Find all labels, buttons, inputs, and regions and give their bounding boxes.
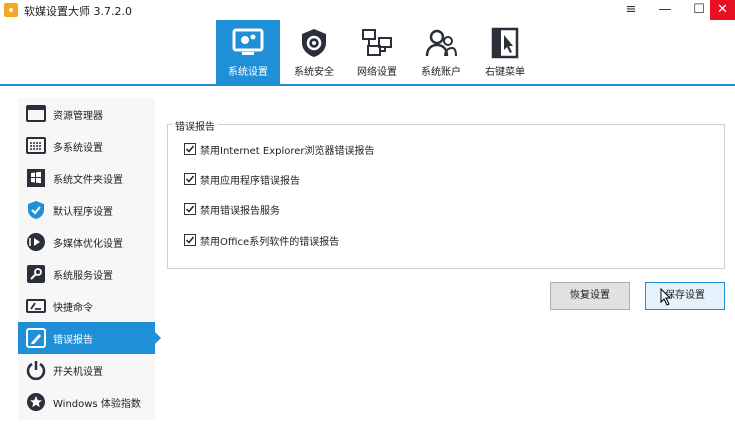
sidebar-item-label: Windows 体验指数 [53, 399, 141, 410]
sidebar-item-label: 默认程序设置 [53, 207, 113, 218]
monitor-gear-icon [232, 28, 264, 55]
check-icon [185, 236, 195, 244]
window-title: 软媒设置大师 3.7.2.0 [24, 5, 132, 18]
sidebar-item-label: 系统文件夹设置 [53, 175, 123, 186]
option-label: 禁用Internet Explorer浏览器错误报告 [200, 146, 375, 157]
sidebar-item-label: 资源管理器 [53, 111, 103, 122]
close-button[interactable]: ✕ [710, 0, 735, 20]
command-icon [26, 299, 46, 313]
check-icon [185, 145, 195, 153]
tab-label: 系统安全 [294, 67, 334, 78]
tab-label: 系统设置 [228, 67, 268, 78]
sidebar-item-label: 多系统设置 [53, 143, 103, 154]
tab-label: 右键菜单 [485, 67, 525, 78]
error-report-icon [26, 328, 46, 348]
tab-system-security[interactable]: 系统安全 [282, 20, 346, 84]
mouse-cursor-icon [660, 288, 672, 306]
restore-settings-button[interactable]: 恢复设置 [550, 282, 630, 310]
sidebar-item-multimedia[interactable]: 多媒体优化设置 [18, 226, 155, 258]
star-icon [27, 393, 45, 411]
menu-button[interactable]: ≡ [614, 0, 648, 20]
minimize-button[interactable]: — [648, 0, 682, 20]
sidebar-item-label: 快捷命令 [53, 303, 93, 314]
sidebar-item-label: 多媒体优化设置 [53, 239, 123, 250]
network-icon [362, 29, 392, 56]
group-title: 错误报告 [172, 118, 218, 133]
check-icon [185, 205, 195, 213]
default-program-icon [28, 201, 44, 219]
title-bar: 软媒设置大师 3.7.2.0 ≡ — ☐ ✕ [0, 0, 735, 20]
tab-system-accounts[interactable]: 系统账户 [409, 20, 473, 84]
sidebar: 资源管理器 多系统设置 系统文件夹设置 默认程序设置 多媒体优化设置 系统服务设… [18, 98, 161, 420]
cursor-menu-icon [491, 27, 519, 59]
explorer-icon [26, 105, 46, 122]
tab-label: 系统账户 [421, 67, 461, 78]
sidebar-item-multi-system[interactable]: 多系统设置 [18, 130, 155, 162]
users-icon [425, 29, 457, 57]
sidebar-item-label: 错误报告 [53, 335, 93, 346]
option-label: 禁用错误报告服务 [200, 206, 280, 217]
tab-context-menu[interactable]: 右键菜单 [473, 20, 537, 84]
option-label: 禁用应用程序错误报告 [200, 176, 300, 187]
sidebar-item-default-program[interactable]: 默认程序设置 [18, 194, 155, 226]
windows-folder-icon [27, 169, 45, 187]
checkbox[interactable] [184, 143, 196, 155]
multi-system-icon [26, 137, 46, 154]
power-icon [26, 361, 46, 380]
sidebar-item-label: 系统服务设置 [53, 271, 113, 282]
tab-label: 网络设置 [357, 67, 397, 78]
sidebar-item-label: 开关机设置 [53, 367, 103, 378]
checkbox[interactable] [184, 203, 196, 215]
checkbox[interactable] [184, 234, 196, 246]
sidebar-item-system-folder[interactable]: 系统文件夹设置 [18, 162, 155, 194]
sidebar-item-command[interactable]: 快捷命令 [18, 290, 155, 322]
shield-gear-icon [302, 29, 326, 57]
check-icon [185, 175, 195, 183]
multimedia-icon [27, 233, 45, 251]
sidebar-item-power[interactable]: 开关机设置 [18, 354, 155, 386]
sidebar-item-service[interactable]: 系统服务设置 [18, 258, 155, 290]
tab-system-settings[interactable]: 系统设置 [216, 20, 280, 84]
checkbox[interactable] [184, 173, 196, 185]
sidebar-item-experience-index[interactable]: Windows 体验指数 [18, 386, 155, 418]
save-settings-button[interactable]: 保存设置 [645, 282, 725, 310]
main-toolbar: 系统设置 系统安全 网络设置 系统账户 右键菜单 [0, 20, 735, 86]
option-label: 禁用Office系列软件的错误报告 [200, 237, 340, 248]
tab-network-settings[interactable]: 网络设置 [345, 20, 409, 84]
sidebar-item-explorer[interactable]: 资源管理器 [18, 98, 155, 130]
service-icon [27, 265, 45, 283]
app-logo-icon [4, 3, 18, 17]
sidebar-item-error-report[interactable]: 错误报告 [18, 322, 161, 354]
